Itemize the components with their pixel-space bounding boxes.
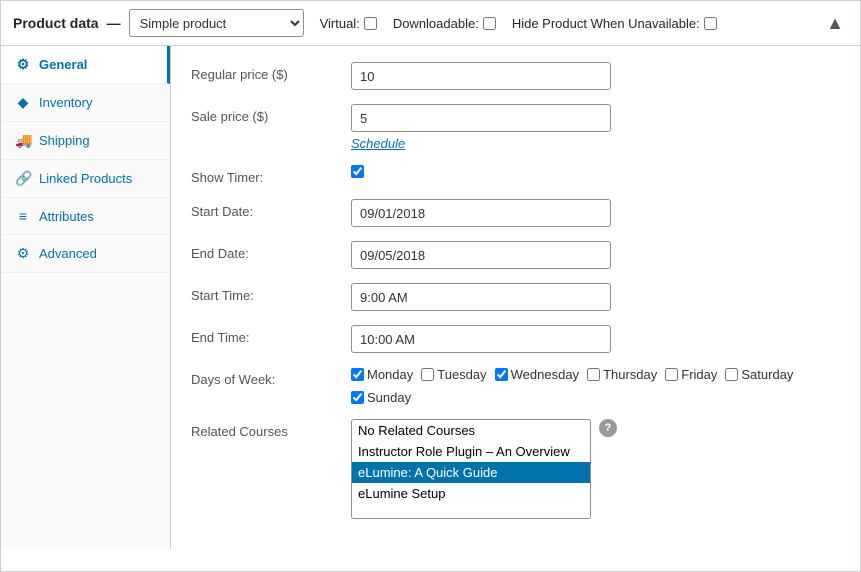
day-label-monday: Monday [367, 367, 413, 382]
regular-price-row: Regular price ($) [191, 62, 840, 90]
end-date-label: End Date: [191, 241, 351, 261]
days-checkboxes: Monday Tuesday Wednesday Thursday Friday Satu… [351, 367, 840, 405]
panel-header: Product data — Simple productVariable pr… [1, 1, 860, 46]
days-of-week-label: Days of Week: [191, 367, 351, 387]
sale-price-label: Sale price ($) [191, 104, 351, 124]
start-date-label: Start Date: [191, 199, 351, 219]
related-courses-listbox[interactable]: No Related CoursesInstructor Role Plugin… [351, 419, 591, 519]
sidebar-item-general[interactable]: ⚙ General [1, 46, 170, 84]
day-label-tuesday: Tuesday [437, 367, 486, 382]
sidebar-item-linked-products[interactable]: 🔗 Linked Products [1, 160, 170, 198]
main-content: Regular price ($) Sale price ($) Schedul… [171, 46, 860, 549]
panel-body: ⚙ General ◆ Inventory 🚚 Shipping 🔗 Linked Produ… [1, 46, 860, 549]
help-icon[interactable]: ? [599, 419, 617, 437]
sidebar-item-shipping[interactable]: 🚚 Shipping [1, 122, 170, 160]
day-label-wednesday: Wednesday [511, 367, 579, 382]
end-time-input[interactable] [351, 325, 611, 353]
day-thursday[interactable]: Thursday [587, 367, 657, 382]
days-of-week-row: Days of Week: Monday Tuesday Wednesday Thur… [191, 367, 840, 405]
general-icon: ⚙ [15, 56, 31, 73]
end-date-value [351, 241, 840, 269]
advanced-icon: ⚙ [15, 245, 31, 262]
day-checkbox-sunday[interactable] [351, 391, 364, 404]
day-label-saturday: Saturday [741, 367, 793, 382]
regular-price-input[interactable] [351, 62, 611, 90]
end-time-label: End Time: [191, 325, 351, 345]
day-label-friday: Friday [681, 367, 717, 382]
day-checkbox-thursday[interactable] [587, 368, 600, 381]
header-checkboxes: Virtual: Downloadable: Hide Product When… [320, 16, 717, 31]
sidebar-item-attributes[interactable]: ≡ Attributes [1, 198, 170, 235]
sale-price-input[interactable] [351, 104, 611, 132]
related-courses-row: Related Courses No Related CoursesInstru… [191, 419, 840, 519]
day-label-thursday: Thursday [603, 367, 657, 382]
start-date-value [351, 199, 840, 227]
panel-dash: — [107, 15, 121, 31]
hide-label: Hide Product When Unavailable: [512, 16, 717, 31]
virtual-checkbox[interactable] [364, 17, 377, 30]
day-sunday[interactable]: Sunday [351, 390, 411, 405]
show-timer-row: Show Timer: [191, 165, 840, 185]
day-monday[interactable]: Monday [351, 367, 413, 382]
show-timer-checkbox[interactable] [351, 165, 364, 178]
product-data-panel: Product data — Simple productVariable pr… [0, 0, 861, 572]
sidebar-label-linked-products: Linked Products [39, 171, 132, 186]
inventory-icon: ◆ [15, 94, 31, 111]
start-time-value [351, 283, 840, 311]
attributes-icon: ≡ [15, 208, 31, 224]
end-date-input[interactable] [351, 241, 611, 269]
start-date-input[interactable] [351, 199, 611, 227]
sidebar-label-attributes: Attributes [39, 209, 94, 224]
sale-price-row: Sale price ($) Schedule [191, 104, 840, 151]
day-checkbox-wednesday[interactable] [495, 368, 508, 381]
panel-title: Product data [13, 15, 99, 31]
day-wednesday[interactable]: Wednesday [495, 367, 579, 382]
sidebar-label-advanced: Advanced [39, 246, 97, 261]
day-checkbox-monday[interactable] [351, 368, 364, 381]
sidebar-item-inventory[interactable]: ◆ Inventory [1, 84, 170, 122]
show-timer-label: Show Timer: [191, 165, 351, 185]
start-time-input[interactable] [351, 283, 611, 311]
virtual-label: Virtual: [320, 16, 377, 31]
sidebar-label-inventory: Inventory [39, 95, 92, 110]
collapse-button[interactable]: ▲ [822, 13, 848, 34]
sidebar-item-advanced[interactable]: ⚙ Advanced [1, 235, 170, 273]
shipping-icon: 🚚 [15, 132, 31, 149]
linked-products-icon: 🔗 [15, 170, 31, 187]
day-checkbox-saturday[interactable] [725, 368, 738, 381]
day-checkbox-friday[interactable] [665, 368, 678, 381]
regular-price-value-container [351, 62, 840, 90]
day-tuesday[interactable]: Tuesday [421, 367, 486, 382]
day-checkbox-tuesday[interactable] [421, 368, 434, 381]
start-date-row: Start Date: [191, 199, 840, 227]
end-time-row: End Time: [191, 325, 840, 353]
start-time-label: Start Time: [191, 283, 351, 303]
day-friday[interactable]: Friday [665, 367, 717, 382]
day-saturday[interactable]: Saturday [725, 367, 793, 382]
end-date-row: End Date: [191, 241, 840, 269]
start-time-row: Start Time: [191, 283, 840, 311]
downloadable-checkbox[interactable] [483, 17, 496, 30]
related-courses-container: No Related CoursesInstructor Role Plugin… [351, 419, 840, 519]
related-courses-label: Related Courses [191, 419, 351, 439]
regular-price-label: Regular price ($) [191, 62, 351, 82]
day-label-sunday: Sunday [367, 390, 411, 405]
sidebar-label-shipping: Shipping [39, 133, 90, 148]
end-time-value [351, 325, 840, 353]
sidebar: ⚙ General ◆ Inventory 🚚 Shipping 🔗 Linked Produ… [1, 46, 171, 549]
hide-checkbox[interactable] [704, 17, 717, 30]
sidebar-label-general: General [39, 57, 87, 72]
sale-price-value-container: Schedule [351, 104, 840, 151]
schedule-link[interactable]: Schedule [351, 136, 840, 151]
downloadable-label: Downloadable: [393, 16, 496, 31]
show-timer-value [351, 165, 840, 178]
product-type-select[interactable]: Simple productVariable productGrouped pr… [129, 9, 304, 37]
